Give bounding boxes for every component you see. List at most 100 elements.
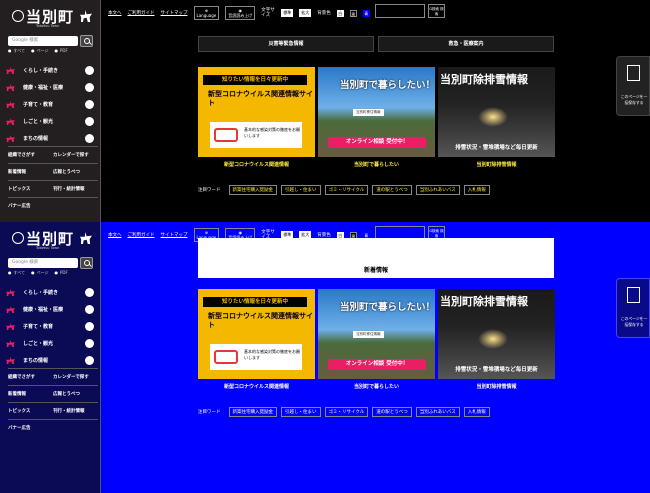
deer-icon: [6, 101, 15, 108]
contrast-blue-button[interactable]: 青: [362, 9, 370, 17]
news-heading: 新着情報: [363, 267, 388, 274]
caption-living[interactable]: 当別町で暮らしたい: [318, 383, 435, 390]
link-pr[interactable]: 広報とうべつ: [53, 169, 98, 175]
header-search-button[interactable]: G検索 検索: [428, 4, 445, 18]
banner-snow[interactable]: 当別町除排雪情報 排雪状況・雪堆積場など毎日更新: [438, 67, 555, 157]
link-news[interactable]: 新着情報: [8, 169, 53, 175]
deer-icon: [80, 10, 92, 22]
menu-item-life[interactable]: くらし・手続き: [6, 284, 96, 301]
link-skip-to-content[interactable]: 本文へ: [108, 232, 122, 238]
link-organization[interactable]: 組織でさがす: [8, 152, 53, 158]
tag-garbage[interactable]: ゴミ・リサイクル: [324, 407, 369, 417]
expand-icon[interactable]: [85, 117, 94, 126]
banner-snow[interactable]: 当別町除排雪情報 排雪状況・雪堆積場など毎日更新: [438, 289, 555, 379]
caption-covid[interactable]: 新型コロナウイルス関連情報: [198, 161, 315, 168]
link-sitemap[interactable]: サイトマップ: [161, 232, 188, 238]
expand-icon[interactable]: [85, 339, 94, 348]
tag-moving[interactable]: 引越し・住まい: [281, 185, 321, 195]
site-logo[interactable]: 当別町 Tobetsu Town: [12, 228, 92, 252]
banner-living[interactable]: 当別町で暮らしたい！ 当別町移住情報 オンライン相談 受付中！: [318, 289, 435, 379]
tag-roadside-station[interactable]: 道の駅とうべつ: [372, 185, 412, 195]
caption-snow[interactable]: 当別町除排雪情報: [438, 383, 555, 390]
link-banner-ads[interactable]: バナー広告: [8, 203, 53, 209]
quick-links: 組織でさがす カレンダーで探す 新着情報 広報とうべつ トピックス 刊行・統計情報 バ…: [8, 146, 98, 214]
link-topics[interactable]: トピックス: [8, 408, 53, 414]
textsize-normal-button[interactable]: 標準: [281, 9, 294, 17]
banner-covid[interactable]: 知りたい情報を日々更新中 新型コロナウイルス関連情報サイト 基本的な感染対策の徹…: [198, 67, 315, 157]
menu-item-childcare[interactable]: 子育て・教育: [6, 318, 96, 335]
expand-icon[interactable]: [85, 288, 94, 297]
search-button[interactable]: [80, 257, 93, 269]
speech-button[interactable]: ◉音読読み上げ: [225, 6, 256, 20]
scope-pdf-radio[interactable]: PDF: [54, 270, 68, 276]
link-news[interactable]: 新着情報: [8, 391, 53, 397]
scope-pdf-radio[interactable]: PDF: [54, 48, 68, 54]
menu-item-work[interactable]: しごと・観光: [6, 113, 96, 130]
tag-roadside-station[interactable]: 道の駅とうべつ: [372, 407, 412, 417]
caption-snow[interactable]: 当別町除排雪情報: [438, 161, 555, 168]
tag-garbage[interactable]: ゴミ・リサイクル: [324, 185, 369, 195]
tag-bidding[interactable]: 入札情報: [463, 185, 490, 195]
search-input[interactable]: Google 検索: [8, 36, 78, 46]
contrast-black-button[interactable]: 黒: [349, 9, 357, 17]
expand-icon[interactable]: [85, 100, 94, 109]
save-page-tab[interactable]: このページを一括保存する: [616, 278, 650, 338]
site-logo[interactable]: 当別町 Tobetsu Town: [12, 6, 92, 30]
scope-all-radio[interactable]: すべて: [8, 48, 26, 54]
link-calendar[interactable]: カレンダーで探す: [53, 152, 98, 158]
news-section: 新着情報: [198, 238, 554, 278]
tag-housing-subsidy[interactable]: 新築住宅購入奨励金: [228, 407, 277, 417]
bookmark-icon: [627, 65, 640, 81]
scope-all-radio[interactable]: すべて: [8, 270, 26, 276]
link-stats[interactable]: 刊行・統計情報: [53, 408, 98, 414]
search-scope: すべて ページ PDF: [8, 270, 68, 276]
contrast-label: 背景色: [317, 11, 331, 16]
expand-icon[interactable]: [85, 356, 94, 365]
banner-covid[interactable]: 知りたい情報を日々更新中 新型コロナウイルス関連情報サイト 基本的な感染対策の徹…: [198, 289, 315, 379]
header-search-input[interactable]: [375, 4, 425, 18]
tag-moving[interactable]: 引越し・住まい: [281, 407, 321, 417]
language-button[interactable]: ⊕Language: [193, 6, 220, 20]
utility-bar: 本文へ ご利用ガイド サイトマップ ⊕Language ◉音読読み上げ 文字サイ…: [108, 6, 370, 20]
tag-bidding[interactable]: 入札情報: [463, 407, 490, 417]
menu-item-childcare[interactable]: 子育て・教育: [6, 96, 96, 113]
menu-item-health[interactable]: 健康・福祉・医療: [6, 301, 96, 318]
expand-icon[interactable]: [85, 83, 94, 92]
link-stats[interactable]: 刊行・統計情報: [53, 186, 98, 192]
menu-item-town[interactable]: まちの情報: [6, 130, 96, 147]
scope-page-radio[interactable]: ページ: [31, 270, 49, 276]
contrast-white-button[interactable]: 白: [336, 9, 344, 17]
nav-disaster[interactable]: 災害等緊急情報: [198, 36, 374, 52]
link-skip-to-content[interactable]: 本文へ: [108, 10, 122, 16]
menu-item-town[interactable]: まちの情報: [6, 352, 96, 369]
link-pr[interactable]: 広報とうべつ: [53, 391, 98, 397]
menu-item-life[interactable]: くらし・手続き: [6, 62, 96, 79]
banner-living[interactable]: 当別町で暮らしたい！ 当別町移住情報 オンライン相談 受付中！: [318, 67, 435, 157]
expand-icon[interactable]: [85, 134, 94, 143]
save-page-tab[interactable]: このページを一括保存する: [616, 56, 650, 116]
sidebar: 当別町 Tobetsu Town Google 検索 すべて ページ PDF く…: [0, 0, 101, 222]
link-organization[interactable]: 組織でさがす: [8, 374, 53, 380]
link-guide[interactable]: ご利用ガイド: [128, 10, 155, 16]
expand-icon[interactable]: [85, 305, 94, 314]
headlight-image: [478, 107, 508, 127]
textsize-large-button[interactable]: 拡大: [299, 9, 312, 17]
link-topics[interactable]: トピックス: [8, 186, 53, 192]
tag-housing-subsidy[interactable]: 新築住宅購入奨励金: [228, 185, 277, 195]
expand-icon[interactable]: [85, 322, 94, 331]
caption-covid[interactable]: 新型コロナウイルス関連情報: [198, 383, 315, 390]
expand-icon[interactable]: [85, 66, 94, 75]
nav-medical[interactable]: 救急・医療案内: [378, 36, 554, 52]
scope-page-radio[interactable]: ページ: [31, 48, 49, 54]
search-button[interactable]: [80, 35, 93, 47]
menu-item-health[interactable]: 健康・福祉・医療: [6, 79, 96, 96]
caption-living[interactable]: 当別町で暮らしたい: [318, 161, 435, 168]
link-calendar[interactable]: カレンダーで探す: [53, 374, 98, 380]
link-guide[interactable]: ご利用ガイド: [128, 232, 155, 238]
search-input[interactable]: Google 検索: [8, 258, 78, 268]
link-sitemap[interactable]: サイトマップ: [161, 10, 188, 16]
menu-item-work[interactable]: しごと・観光: [6, 335, 96, 352]
link-banner-ads[interactable]: バナー広告: [8, 425, 53, 431]
tag-bus[interactable]: 当別ふれあいバス: [415, 185, 460, 195]
tag-bus[interactable]: 当別ふれあいバス: [415, 407, 460, 417]
